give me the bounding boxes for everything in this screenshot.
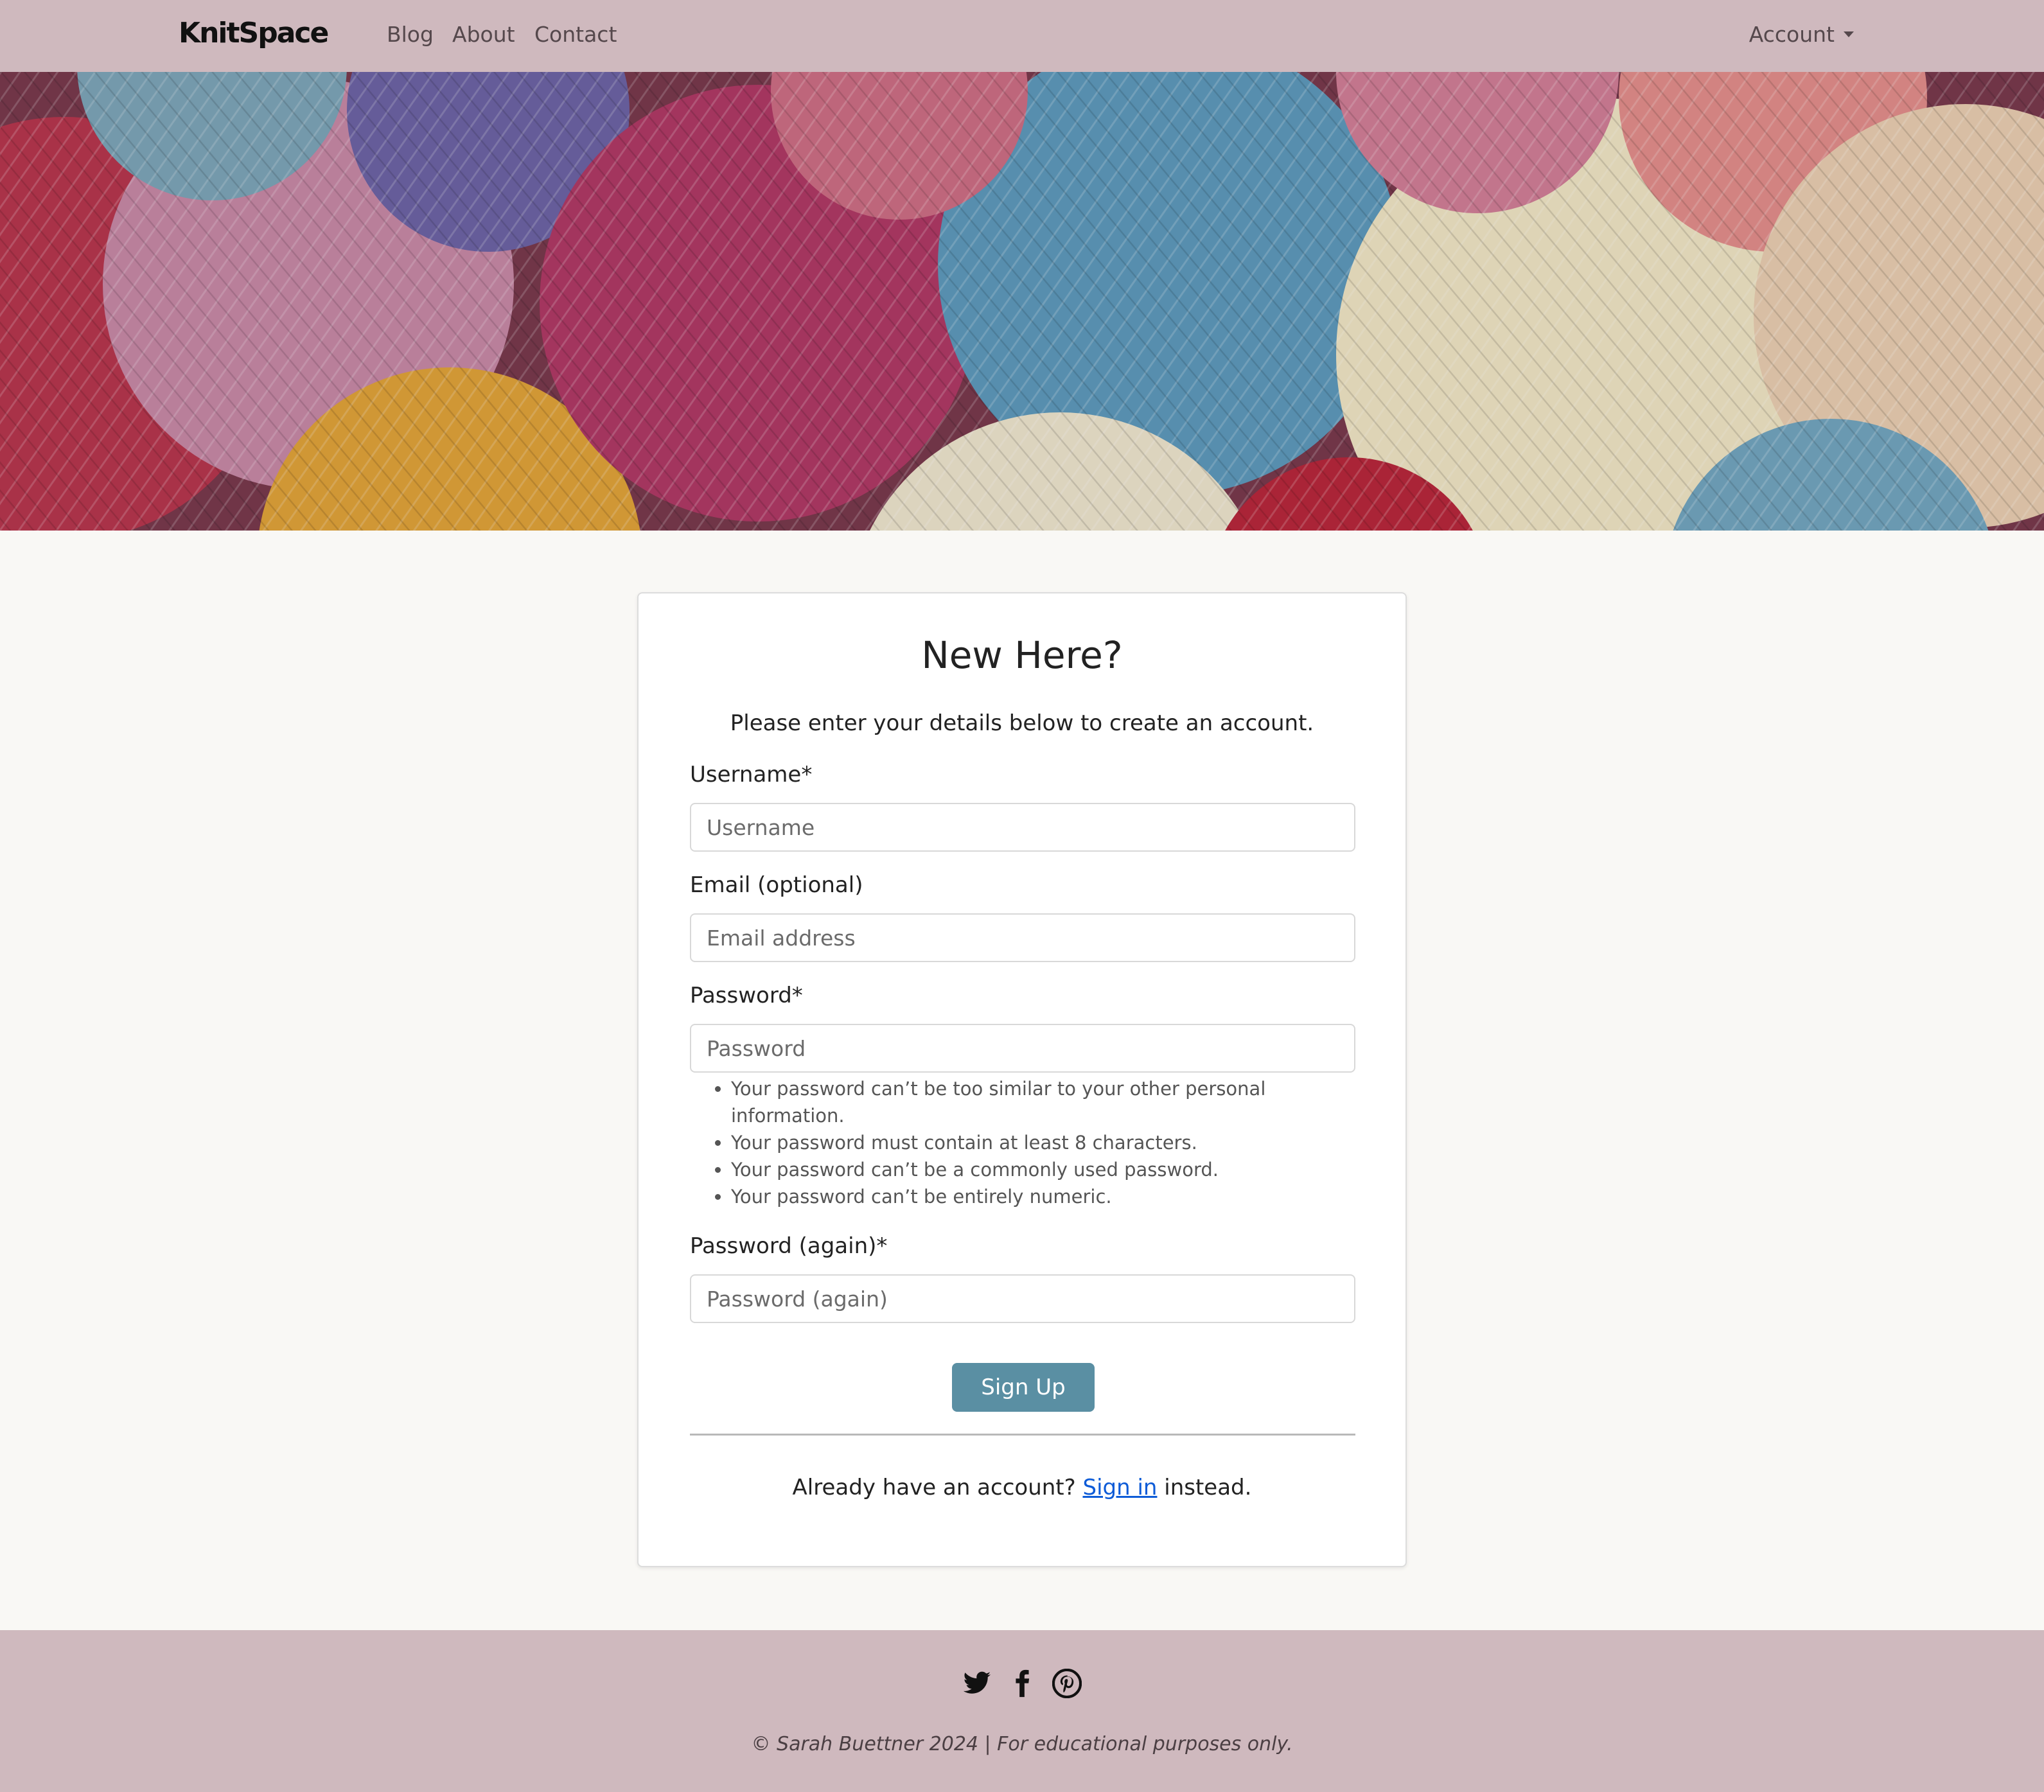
hero-image (0, 72, 2044, 531)
email-input[interactable] (690, 913, 1355, 962)
page-title: New Here? (921, 633, 1123, 677)
yarn-illustration (0, 72, 2044, 531)
twitter-icon[interactable] (962, 1669, 992, 1698)
nav-link-blog[interactable]: Blog (387, 22, 434, 47)
password-label: Password* (690, 983, 803, 1008)
account-label: Account (1749, 22, 1835, 47)
signin-prompt: Already have an account? Sign in instead… (639, 1475, 1405, 1500)
email-label: Email (optional) (690, 872, 863, 898)
sign-in-link[interactable]: Sign in (1082, 1475, 1157, 1500)
password-help-list: Your password can’t be too similar to yo… (690, 1075, 1332, 1210)
pinterest-icon[interactable] (1052, 1669, 1082, 1698)
footer: © Sarah Buettner 2024 | For educational … (0, 1630, 2044, 1792)
password-again-input[interactable] (690, 1274, 1355, 1323)
nav-link-contact[interactable]: Contact (534, 22, 617, 47)
social-links (0, 1669, 2044, 1698)
facebook-icon[interactable] (1007, 1669, 1037, 1698)
signup-card: New Here? Please enter your details belo… (637, 592, 1407, 1567)
sign-up-button[interactable]: Sign Up (952, 1363, 1095, 1412)
password-help-item: Your password can’t be entirely numeric. (731, 1183, 1332, 1210)
account-dropdown[interactable]: Account (1749, 22, 1854, 47)
password-help-item: Your password must contain at least 8 ch… (731, 1129, 1332, 1156)
brand-logo[interactable]: KnitSpace (179, 17, 329, 49)
signin-suffix: instead. (1164, 1475, 1252, 1500)
password-again-label: Password (again)* (690, 1233, 888, 1259)
password-input[interactable] (690, 1024, 1355, 1073)
password-help-item: Your password can’t be too similar to yo… (731, 1075, 1332, 1129)
intro-text: Please enter your details below to creat… (730, 710, 1314, 736)
username-label: Username* (690, 762, 813, 787)
copyright-text: © Sarah Buettner 2024 | For educational … (751, 1733, 1293, 1755)
username-input[interactable] (690, 803, 1355, 852)
signin-prefix: Already have an account? (792, 1475, 1076, 1500)
password-help-item: Your password can’t be a commonly used p… (731, 1156, 1332, 1183)
navbar: KnitSpace Blog About Contact Account (0, 0, 2044, 72)
divider (690, 1434, 1355, 1436)
nav-link-about[interactable]: About (452, 22, 515, 47)
chevron-down-icon (1844, 31, 1854, 37)
